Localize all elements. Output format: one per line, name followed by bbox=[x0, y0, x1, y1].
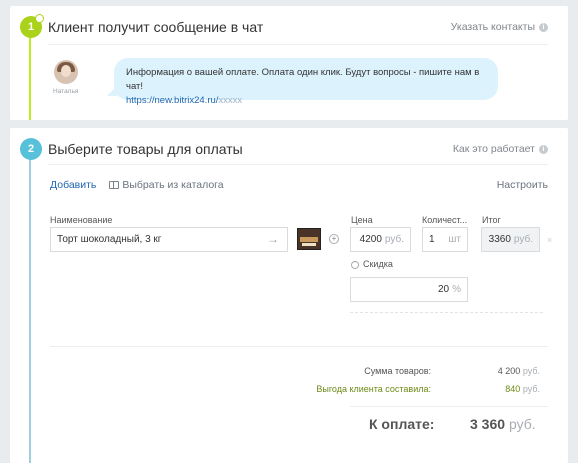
book-icon bbox=[109, 181, 120, 189]
step2-progress-line bbox=[29, 150, 31, 463]
info-icon: i bbox=[539, 22, 548, 32]
discount-unit: % bbox=[452, 284, 461, 295]
column-price-label: Цена bbox=[351, 215, 373, 225]
product-image[interactable] bbox=[297, 228, 321, 250]
step1-title: Клиент получит сообщение в чат bbox=[48, 19, 264, 35]
price-unit: руб. bbox=[384, 234, 404, 245]
payment-link[interactable]: https://new.bitrix24.ru/ bbox=[126, 95, 218, 106]
tab-catalog-label: Выбрать из каталога bbox=[122, 179, 224, 191]
product-name-input[interactable]: Торт шоколадный, 3 кг → bbox=[50, 227, 288, 252]
goods-sum-value: 4 200 руб. bbox=[497, 366, 540, 376]
add-image-icon[interactable]: + bbox=[329, 234, 339, 244]
remove-row-icon[interactable]: × bbox=[547, 235, 552, 245]
chevron-up-icon: ˆ bbox=[351, 260, 359, 269]
how-it-works-label: Как это работает bbox=[452, 143, 535, 155]
total-value: 3360 bbox=[488, 234, 511, 245]
step1-progress-line bbox=[29, 28, 31, 120]
specify-contacts-label: Указать контакты bbox=[450, 21, 535, 33]
discount-input[interactable]: 20% bbox=[350, 277, 468, 302]
discount-toggle[interactable]: ˆ Скидка bbox=[351, 259, 393, 269]
arrow-right-icon[interactable]: → bbox=[267, 228, 279, 251]
message-text: Информация о вашей оплате. Оплата один к… bbox=[126, 67, 480, 92]
payment-link-mask: xxxxx bbox=[218, 95, 243, 106]
product-name-value: Торт шоколадный, 3 кг bbox=[57, 234, 162, 245]
tab-catalog[interactable]: Выбрать из каталога bbox=[109, 179, 224, 191]
benefit-label: Выгода клиента составила: bbox=[316, 384, 431, 394]
total-divider bbox=[350, 406, 548, 407]
column-name-label: Наименование bbox=[50, 215, 113, 225]
column-quantity-label: Количест... bbox=[422, 215, 468, 225]
pay-label: К оплате: bbox=[369, 416, 435, 432]
check-icon bbox=[35, 14, 44, 23]
discount-value: 20 bbox=[437, 284, 450, 295]
quantity-input[interactable]: 1 шт bbox=[422, 227, 468, 252]
discount-divider bbox=[350, 312, 543, 313]
avatar bbox=[54, 60, 78, 84]
goods-sum-label: Сумма товаров: bbox=[364, 366, 431, 376]
step2-badge: 2 bbox=[20, 138, 42, 160]
step1-divider bbox=[48, 44, 548, 45]
step2-card: 2 Выберите товары для оплаты Как это раб… bbox=[10, 128, 568, 463]
step1-card: 1 Клиент получит сообщение в чат Указать… bbox=[10, 6, 568, 120]
quantity-unit: шт bbox=[448, 234, 461, 245]
step2-title: Выберите товары для оплаты bbox=[48, 141, 243, 157]
settings-link[interactable]: Настроить bbox=[497, 179, 548, 191]
total-unit: руб. bbox=[513, 234, 533, 245]
total-field: 3360 руб. bbox=[481, 227, 540, 252]
how-it-works-link[interactable]: Как это работает i bbox=[453, 143, 548, 155]
pay-value: 3 360 руб. bbox=[470, 416, 536, 432]
benefit-value: 840 руб. bbox=[505, 384, 540, 394]
column-total-label: Итог bbox=[482, 215, 501, 225]
info-icon: i bbox=[539, 144, 548, 154]
summary-divider bbox=[50, 346, 548, 347]
quantity-value: 1 bbox=[429, 234, 435, 245]
tab-add[interactable]: Добавить bbox=[50, 179, 96, 191]
discount-label: Скидка bbox=[363, 259, 393, 269]
avatar-name: Наталья bbox=[53, 88, 79, 95]
chat-message-bubble: Информация о вашей оплате. Оплата один к… bbox=[114, 58, 498, 106]
price-input[interactable]: 4200 руб. bbox=[350, 227, 411, 252]
order-wizard: 1 Клиент получит сообщение в чат Указать… bbox=[0, 0, 578, 463]
step2-divider bbox=[48, 164, 548, 165]
product-source-tabs: Добавить Выбрать из каталога bbox=[50, 179, 224, 191]
specify-contacts-link[interactable]: Указать контакты i bbox=[451, 21, 548, 33]
price-value: 4200 bbox=[359, 234, 382, 245]
